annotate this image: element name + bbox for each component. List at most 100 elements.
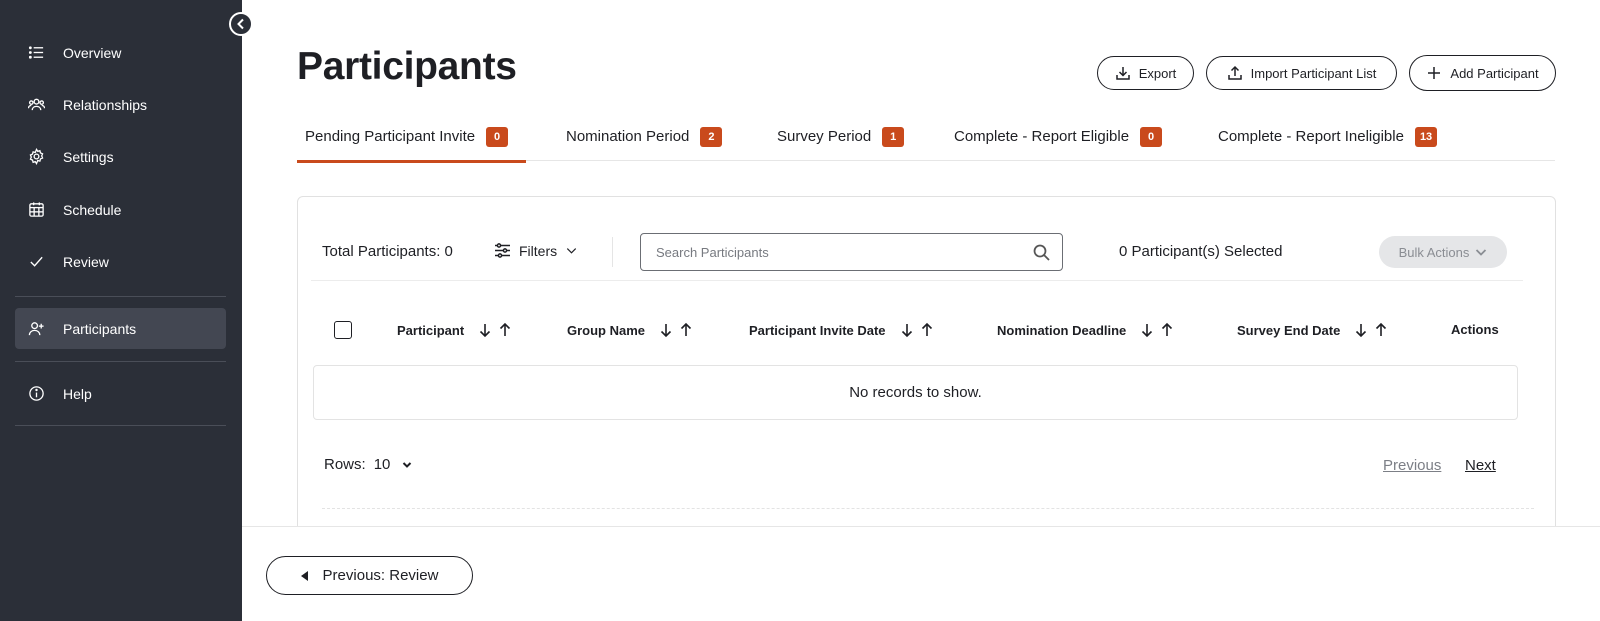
sidebar-divider — [15, 361, 226, 362]
column-header-participant-invite-date[interactable]: Participant Invite Date — [749, 322, 934, 338]
sidebar: Overview Relationships Settings Schedule… — [0, 0, 242, 621]
import-participant-list-button[interactable]: Import Participant List — [1206, 56, 1397, 90]
collapse-sidebar-button[interactable] — [229, 12, 253, 36]
sidebar-item-label: Schedule — [63, 201, 122, 218]
upload-icon — [1227, 65, 1242, 80]
search-input[interactable] — [641, 234, 1011, 270]
sidebar-item-label: Help — [63, 385, 92, 402]
sort-desc-icon[interactable] — [900, 322, 914, 338]
sidebar-item-settings[interactable]: Settings — [15, 136, 226, 177]
sort-asc-icon[interactable] — [1374, 322, 1388, 338]
previous-review-label: Previous: Review — [322, 567, 439, 584]
sort-controls — [659, 322, 693, 338]
select-all-checkbox[interactable] — [334, 321, 352, 339]
sort-desc-icon[interactable] — [1140, 322, 1154, 338]
people-icon — [27, 96, 45, 114]
sidebar-item-label: Overview — [63, 44, 122, 61]
tab-pending-participant-invite[interactable]: Pending Participant Invite 0 — [305, 127, 509, 162]
column-label: Actions — [1451, 322, 1499, 337]
add-person-icon — [27, 320, 45, 338]
total-participants: Total Participants: 0 — [322, 243, 453, 260]
tab-complete-report-ineligible[interactable]: Complete - Report Ineligible 13 — [1218, 127, 1438, 162]
sidebar-item-label: Settings — [63, 148, 114, 165]
selected-count: 0 Participant(s) Selected — [1119, 243, 1283, 260]
download-icon — [1115, 67, 1130, 80]
sort-desc-icon[interactable] — [659, 322, 673, 338]
sort-asc-icon[interactable] — [1160, 322, 1174, 338]
export-button[interactable]: Export — [1097, 56, 1194, 90]
previous-review-button[interactable]: Previous: Review — [266, 556, 473, 595]
search-icon[interactable] — [1033, 244, 1050, 261]
sort-controls — [478, 322, 512, 338]
sidebar-divider — [15, 425, 226, 426]
tab-complete-report-eligible[interactable]: Complete - Report Eligible 0 — [954, 127, 1163, 162]
sidebar-item-overview[interactable]: Overview — [15, 32, 226, 73]
column-header-nomination-deadline[interactable]: Nomination Deadline — [997, 322, 1174, 338]
calendar-icon — [27, 201, 45, 219]
sort-controls — [1354, 322, 1388, 338]
rows-per-page: Rows: 10 — [324, 456, 412, 473]
sidebar-item-label: Review — [63, 253, 109, 270]
sidebar-item-schedule[interactable]: Schedule — [15, 189, 226, 230]
list-icon — [27, 44, 45, 62]
toolbar-separator — [612, 237, 613, 267]
page-title: Participants — [297, 45, 517, 88]
previous-page-link[interactable]: Previous — [1383, 457, 1441, 474]
sort-asc-icon[interactable] — [679, 322, 693, 338]
rows-value: 10 — [373, 456, 391, 473]
column-label: Group Name — [567, 322, 646, 338]
chevron-left-icon — [237, 18, 244, 30]
tab-label: Complete - Report Eligible — [954, 128, 1130, 145]
pagination-divider — [322, 508, 1534, 509]
count-badge: 1 — [882, 127, 905, 147]
add-participant-button[interactable]: Add Participant — [1409, 55, 1556, 91]
sort-asc-icon[interactable] — [498, 322, 512, 338]
sidebar-item-help[interactable]: Help — [15, 373, 226, 414]
column-header-participant[interactable]: Participant — [397, 322, 512, 338]
column-label: Participant Invite Date — [749, 322, 886, 338]
chevron-down-icon — [403, 461, 412, 468]
sort-desc-icon[interactable] — [478, 322, 492, 338]
export-button-label: Export — [1138, 65, 1177, 81]
sliders-icon — [495, 243, 510, 258]
tab-label: Nomination Period — [566, 128, 690, 145]
tab-survey-period[interactable]: Survey Period 1 — [777, 127, 905, 162]
bulk-actions-button[interactable]: Bulk Actions — [1379, 236, 1507, 268]
sidebar-item-relationships[interactable]: Relationships — [15, 84, 226, 125]
filters-button[interactable]: Filters — [494, 242, 578, 259]
plus-icon — [1428, 67, 1441, 79]
column-header-survey-end-date[interactable]: Survey End Date — [1237, 322, 1388, 338]
count-badge: 13 — [1414, 127, 1438, 147]
bulk-actions-label: Bulk Actions — [1398, 244, 1470, 260]
active-tab-indicator — [297, 160, 526, 163]
tab-label: Pending Participant Invite — [305, 128, 476, 145]
column-label: Nomination Deadline — [997, 322, 1127, 338]
sort-desc-icon[interactable] — [1354, 322, 1368, 338]
column-header-actions: Actions — [1451, 322, 1499, 337]
sidebar-item-participants[interactable]: Participants — [15, 308, 226, 349]
empty-state-row: No records to show. — [313, 365, 1518, 420]
tab-label: Survey Period — [777, 128, 872, 145]
chevron-down-icon — [567, 248, 577, 254]
column-header-group-name[interactable]: Group Name — [567, 322, 693, 338]
count-badge: 0 — [486, 127, 509, 147]
rows-label: Rows: — [324, 456, 366, 473]
rows-per-page-select[interactable]: 10 — [374, 456, 413, 473]
search-box — [640, 233, 1063, 271]
import-button-label: Import Participant List — [1250, 65, 1377, 81]
count-badge: 0 — [1140, 127, 1163, 147]
info-icon — [27, 385, 45, 403]
count-badge: 2 — [700, 127, 723, 147]
tab-nomination-period[interactable]: Nomination Period 2 — [566, 127, 723, 162]
toolbar-divider — [311, 280, 1523, 281]
empty-state-text: No records to show. — [849, 384, 982, 401]
sidebar-item-label: Relationships — [63, 96, 148, 113]
chevron-down-icon — [1476, 249, 1487, 256]
next-page-link[interactable]: Next — [1465, 457, 1496, 474]
sidebar-item-review[interactable]: Review — [15, 241, 226, 282]
column-label: Survey End Date — [1237, 322, 1341, 338]
sort-controls — [1140, 322, 1174, 338]
tab-label: Complete - Report Ineligible — [1218, 128, 1404, 145]
sort-asc-icon[interactable] — [920, 322, 934, 338]
sort-controls — [900, 322, 934, 338]
